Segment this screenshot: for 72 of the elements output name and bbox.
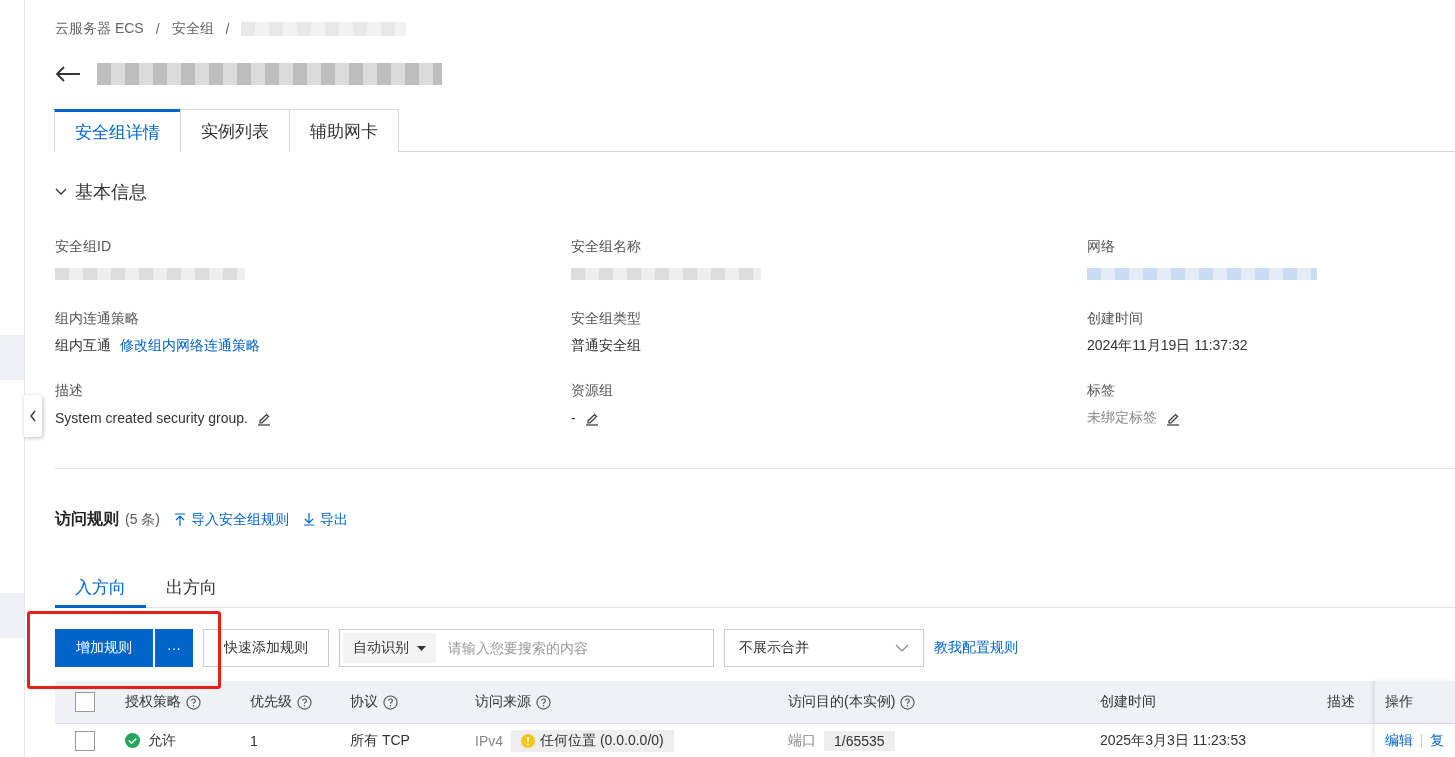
breadcrumb-separator: / xyxy=(225,21,230,37)
row-action-link[interactable]: 复 xyxy=(1430,731,1444,750)
collapse-button[interactable] xyxy=(24,395,42,437)
field-value: System created security group. xyxy=(55,410,248,426)
section-title: 访问规则 xyxy=(55,509,119,529)
column-header: 访问来源 xyxy=(475,693,531,711)
table-cell: 2025年3月3日 11:23:53 xyxy=(1100,731,1247,750)
column-header: 创建时间 xyxy=(1100,693,1156,711)
field-label: 网络 xyxy=(1087,238,1116,256)
section-toggle[interactable]: 基本信息 xyxy=(55,180,1455,204)
upload-icon xyxy=(174,513,186,526)
column-header: 访问目的(本实例) xyxy=(788,693,896,711)
field-value: 普通安全组 xyxy=(571,337,641,355)
table-cell: 允许 xyxy=(148,731,176,750)
help-link[interactable]: 教我配置规则 xyxy=(934,639,1018,657)
column-header: 操作 xyxy=(1385,693,1413,711)
field-value: - xyxy=(571,410,576,426)
chevron-left-icon xyxy=(29,410,37,422)
checkbox[interactable] xyxy=(75,730,95,751)
field-label: 安全组名称 xyxy=(571,238,642,256)
search-field[interactable]: 自动识别 请输入您要搜索的内容 xyxy=(339,629,714,667)
field-label: 资源组 xyxy=(571,382,614,400)
check-circle-icon xyxy=(125,733,140,748)
breadcrumb-link[interactable]: 云服务器 ECS xyxy=(55,20,144,38)
field-label: 描述 xyxy=(55,382,84,400)
help-icon[interactable] xyxy=(186,694,201,710)
tab[interactable]: 辅助网卡 xyxy=(289,109,399,152)
tab[interactable]: 安全组详情 xyxy=(54,109,181,152)
import-link[interactable]: 导入安全组规则 xyxy=(174,510,289,529)
checkbox[interactable] xyxy=(75,692,95,712)
field-value: 2024年11月19日 11:37:32 xyxy=(1087,337,1248,355)
field-label: 安全组ID xyxy=(55,238,112,256)
row-action-link[interactable]: 编辑 xyxy=(1385,731,1413,750)
direction-tab[interactable]: 出方向 xyxy=(146,570,237,608)
column-header: 授权策略 xyxy=(125,693,181,711)
help-icon[interactable] xyxy=(536,694,551,710)
table-cell: 所有 TCP xyxy=(350,731,410,750)
download-icon xyxy=(303,513,315,526)
table-cell: 1 xyxy=(250,732,258,749)
back-arrow-icon[interactable] xyxy=(55,65,81,83)
help-icon[interactable] xyxy=(297,694,312,710)
field-label: 创建时间 xyxy=(1087,310,1144,328)
search-mode-select[interactable]: 自动识别 xyxy=(343,633,436,663)
add-rule-button[interactable]: 增加规则 xyxy=(55,629,153,667)
field-label: 标签 xyxy=(1087,382,1116,400)
rule-count: (5 条) xyxy=(125,510,160,529)
source-tag: 任何位置 (0.0.0.0/0) xyxy=(511,729,674,752)
breadcrumb-separator: / xyxy=(155,21,160,37)
chevron-down-icon xyxy=(895,644,909,652)
quick-add-button[interactable]: 快速添加规则 xyxy=(203,629,329,667)
table-cell: 端口 xyxy=(788,731,816,750)
field-value: 未绑定标签 xyxy=(1087,409,1157,427)
field-label: 组内连通策略 xyxy=(55,310,140,328)
field-label: 安全组类型 xyxy=(571,310,642,328)
merge-select[interactable]: 不展示合并 xyxy=(724,629,924,667)
help-icon[interactable] xyxy=(383,694,398,710)
column-header: 协议 xyxy=(350,693,378,711)
warning-icon xyxy=(521,733,535,748)
help-icon[interactable] xyxy=(900,694,916,710)
field-value: 组内互通 xyxy=(55,337,111,355)
caret-icon xyxy=(417,645,426,651)
column-header: 优先级 xyxy=(250,693,292,711)
tab[interactable]: 实例列表 xyxy=(180,109,290,152)
column-header: 描述 xyxy=(1327,693,1355,711)
direction-tab[interactable]: 入方向 xyxy=(55,570,146,608)
breadcrumb-link[interactable]: 安全组 xyxy=(171,20,214,38)
more-button[interactable]: ··· xyxy=(154,629,193,667)
chevron-down-icon xyxy=(55,188,67,196)
policy-link[interactable]: 修改组内网络连通策略 xyxy=(120,337,260,355)
port-tag: 1/65535 xyxy=(824,730,895,751)
table-cell: IPv4 xyxy=(475,732,503,749)
export-link[interactable]: 导出 xyxy=(303,510,348,529)
